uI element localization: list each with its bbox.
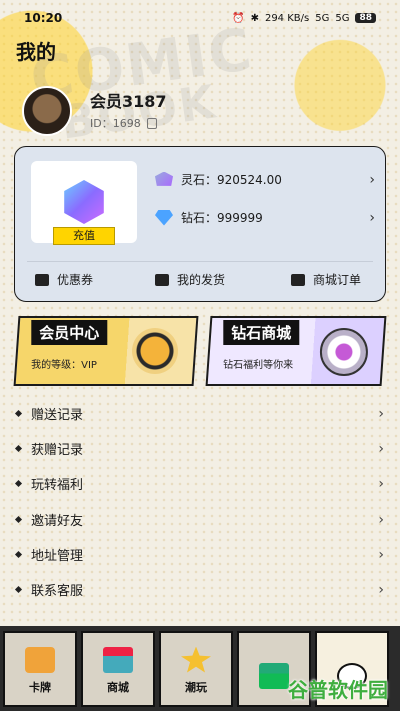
menu-label: 地址管理 xyxy=(31,549,84,564)
user-id: ID：1698 xyxy=(90,115,157,131)
bullet-icon xyxy=(14,515,23,524)
chevron-right-icon: › xyxy=(378,405,384,422)
alarm-icon: ⏰ xyxy=(232,12,245,24)
member-center-banner[interactable]: 会员中心 我的等级：VIP xyxy=(13,316,199,386)
menu-item-address[interactable]: 地址管理 › xyxy=(0,537,400,572)
menu-label: 联系客服 xyxy=(31,584,84,599)
bullet-icon xyxy=(14,409,23,418)
my-shipments-link[interactable]: 我的发货 xyxy=(155,271,225,288)
bullet-icon xyxy=(14,585,23,594)
battery-indicator: 88 xyxy=(355,13,376,23)
tab-cards[interactable]: 卡牌 xyxy=(3,630,77,707)
menu-item-gift-records[interactable]: 赠送记录 › xyxy=(0,396,400,431)
menu-label: 赠送记录 xyxy=(31,408,84,423)
chevron-right-icon: › xyxy=(378,440,384,457)
member-level: 我的等级：VIP xyxy=(31,360,97,371)
crown-icon xyxy=(181,646,211,673)
my-shipments-label: 我的发货 xyxy=(177,273,226,287)
bullet-icon xyxy=(14,550,23,559)
menu-label: 邀请好友 xyxy=(31,514,84,529)
diamond-balance: 钻石：999999 xyxy=(181,211,263,225)
chevron-right-icon: › xyxy=(378,581,384,598)
bluetooth-icon: ✱ xyxy=(250,12,259,24)
copy-icon[interactable] xyxy=(146,117,157,129)
menu-label: 玩转福利 xyxy=(31,478,84,493)
chevron-right-icon: › xyxy=(369,171,375,188)
card-divider xyxy=(27,261,373,262)
bullet-icon xyxy=(14,444,23,453)
chevron-right-icon: › xyxy=(369,209,375,226)
chevron-right-icon: › xyxy=(378,511,384,528)
diamond-mall-banner[interactable]: 钻石商城 钻石福利等你来 xyxy=(205,316,387,386)
tab-trendy-toys[interactable]: 潮玩 xyxy=(159,630,233,707)
tab-mall[interactable]: 商城 xyxy=(81,630,155,707)
user-id-text: ID：1698 xyxy=(90,117,141,130)
menu-item-received-records[interactable]: 获赠记录 › xyxy=(0,431,400,466)
mall-orders-link[interactable]: 商城订单 xyxy=(291,271,361,288)
username: 会员3187 xyxy=(90,92,167,111)
spirit-stone-balance: 灵石：920524.00 xyxy=(181,173,282,187)
clipboard-icon xyxy=(291,273,305,286)
diamond-row[interactable]: 钻石：999999 › xyxy=(155,209,375,226)
mascot-icon xyxy=(319,328,368,376)
avatar[interactable] xyxy=(22,86,72,136)
status-icons: ⏰ ✱ 294 KB/s 5G 5G 88 xyxy=(232,13,376,24)
card-icon xyxy=(25,646,55,673)
tab-label: 卡牌 xyxy=(29,680,51,694)
recharge-button[interactable]: 充值 xyxy=(53,227,115,245)
coupon-link[interactable]: 优惠券 xyxy=(35,271,93,288)
signal-5g-1: 5G xyxy=(315,12,330,24)
bullet-icon xyxy=(14,479,23,488)
diamond-mall-subtitle: 钻石福利等你来 xyxy=(223,360,294,371)
ticket-icon xyxy=(35,273,49,286)
status-time: 10:20 xyxy=(24,11,63,25)
chevron-right-icon: › xyxy=(378,546,384,563)
member-center-title: 会员中心 xyxy=(31,320,108,345)
diamond-icon xyxy=(155,209,173,226)
coupon-label: 优惠券 xyxy=(57,273,94,287)
box-icon xyxy=(259,662,289,689)
net-speed: 294 KB/s xyxy=(264,12,310,24)
shop-icon xyxy=(103,646,133,673)
spirit-stone-icon xyxy=(155,171,173,186)
chevron-right-icon: › xyxy=(378,475,384,492)
truck-icon xyxy=(155,273,169,286)
wallet-card: 充值 灵石：920524.00 › 钻石：999999 › 优惠券 我的发货 商… xyxy=(14,146,386,302)
menu-label: 获赠记录 xyxy=(31,443,84,458)
spirit-stone-row[interactable]: 灵石：920524.00 › xyxy=(155,171,375,188)
watermark: 谷普软件园 xyxy=(288,678,388,702)
crystal-icon xyxy=(64,180,104,224)
diamond-mall-title: 钻石商城 xyxy=(223,320,300,345)
menu-item-welfare[interactable]: 玩转福利 › xyxy=(0,466,400,501)
trophy-icon xyxy=(132,328,178,374)
menu-item-invite-friends[interactable]: 邀请好友 › xyxy=(0,502,400,537)
status-bar: 10:20 ⏰ ✱ 294 KB/s 5G 5G 88 xyxy=(0,0,400,36)
mall-orders-label: 商城订单 xyxy=(313,273,362,287)
signal-5g-2: 5G xyxy=(335,12,350,24)
menu-item-customer-service[interactable]: 联系客服 › xyxy=(0,572,400,607)
tab-label: 商城 xyxy=(107,680,129,694)
page-title: 我的 xyxy=(16,40,56,64)
tab-label: 潮玩 xyxy=(185,680,207,694)
